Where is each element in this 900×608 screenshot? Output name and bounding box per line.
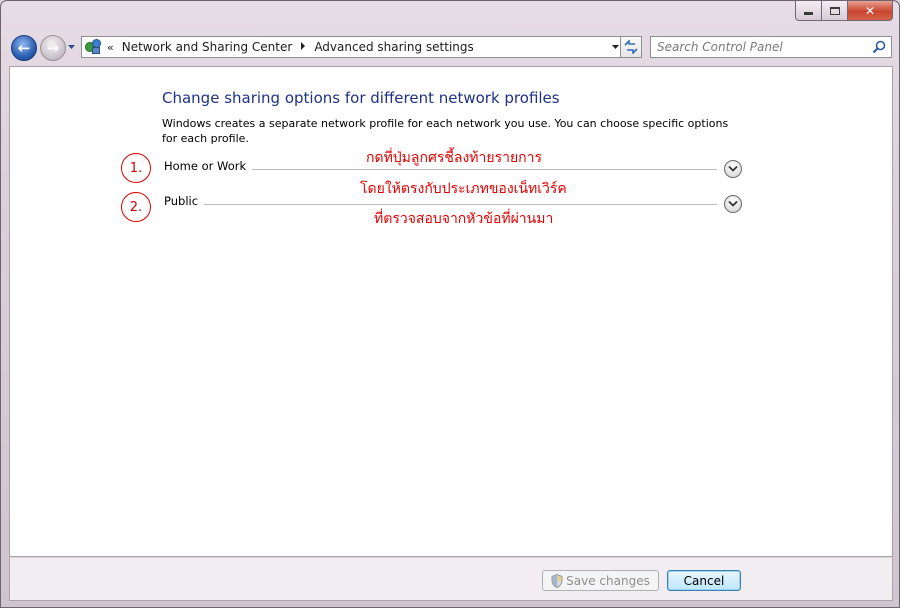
refresh-button[interactable] <box>620 36 642 58</box>
uac-shield-icon <box>551 573 563 588</box>
minimize-button[interactable] <box>795 1 822 21</box>
window-frame: ✕ ← → « Network and Sharing Center Advan… <box>0 0 900 608</box>
annotation-line-2: โดยให้ตรงกับประเภทของเน็ทเวิร์ค <box>360 181 567 197</box>
navigation-bar: ← → « Network and Sharing Center Advance… <box>9 33 892 61</box>
search-box[interactable] <box>650 36 892 58</box>
save-changes-button[interactable]: Save changes <box>542 570 659 591</box>
cancel-label: Cancel <box>683 573 725 588</box>
annotation-number-2: 2. <box>121 192 151 222</box>
search-icon[interactable] <box>872 40 886 54</box>
breadcrumb-overflow-icon[interactable]: « <box>107 41 114 54</box>
page-description: Windows creates a separate network profi… <box>162 117 729 145</box>
address-bar[interactable]: « Network and Sharing Center Advanced sh… <box>81 36 625 58</box>
refresh-icon <box>624 40 638 54</box>
annotation-number-1: 1. <box>121 153 151 183</box>
annotation-line-3: ที่ตรวจสอบจากหัวข้อที่ผ่านมา <box>374 211 554 227</box>
chevron-down-icon <box>728 200 738 207</box>
caption-buttons: ✕ <box>795 1 893 21</box>
chevron-down-icon <box>68 45 75 49</box>
minimize-icon <box>804 12 813 15</box>
forward-arrow-icon: → <box>46 39 60 57</box>
breadcrumb-network-and-sharing-center[interactable]: Network and Sharing Center <box>122 40 293 54</box>
search-input[interactable] <box>657 40 867 54</box>
profile-divider <box>247 169 717 170</box>
expand-home-or-work-button[interactable] <box>724 160 742 178</box>
address-dropdown-icon[interactable] <box>611 42 620 54</box>
profile-label[interactable]: Public <box>164 194 205 208</box>
forward-button[interactable]: → <box>40 35 66 61</box>
breadcrumb-separator-icon[interactable] <box>300 42 306 52</box>
profile-divider <box>204 204 717 205</box>
footer-bar: Save changes Cancel <box>9 557 893 601</box>
save-changes-label: Save changes <box>566 573 650 588</box>
maximize-button[interactable] <box>822 1 848 21</box>
profile-label[interactable]: Home or Work <box>164 159 253 173</box>
network-icon <box>85 39 101 55</box>
maximize-icon <box>829 6 840 15</box>
expand-public-button[interactable] <box>724 195 742 213</box>
page-title: Change sharing options for different net… <box>162 89 560 107</box>
cancel-button[interactable]: Cancel <box>667 570 741 591</box>
back-arrow-icon: ← <box>17 39 31 57</box>
breadcrumb-advanced-sharing-settings[interactable]: Advanced sharing settings <box>314 40 473 54</box>
recent-pages-dropdown[interactable] <box>67 42 77 52</box>
main-content: Change sharing options for different net… <box>9 66 893 557</box>
annotation-line-1: กดที่ปุ่มลูกศรชี้ลงท้ายรายการ <box>366 150 543 166</box>
close-button[interactable]: ✕ <box>848 1 893 21</box>
back-button[interactable]: ← <box>11 35 37 61</box>
close-icon: ✕ <box>864 3 876 18</box>
chevron-down-icon <box>728 165 738 172</box>
